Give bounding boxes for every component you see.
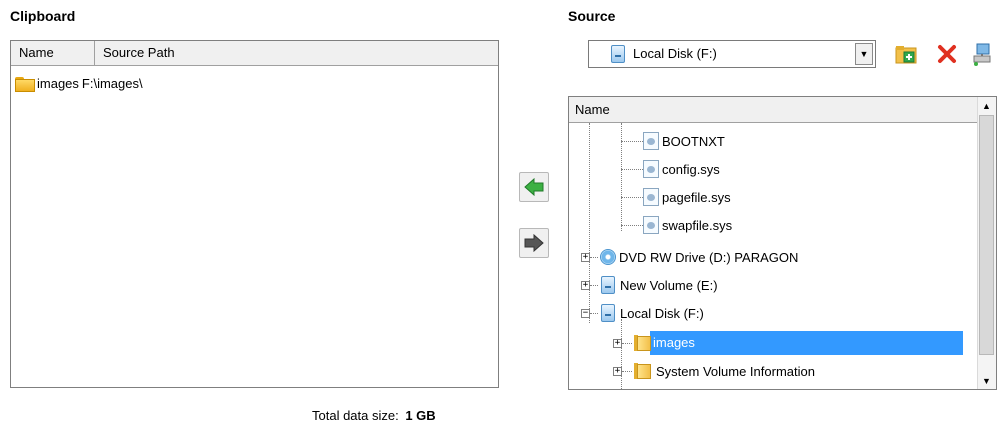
clipboard-title: Clipboard	[10, 8, 76, 24]
tree-line	[622, 342, 632, 344]
system-file-icon	[643, 160, 659, 178]
tree-item-swapfile-sys[interactable]: swapfile.sys	[643, 212, 732, 238]
tree-line	[590, 284, 598, 286]
delete-button[interactable]	[934, 41, 960, 67]
tree-item-label: DVD RW Drive (D:) PARAGON	[619, 249, 799, 265]
total-data-size: Total data size: 1 GB	[312, 408, 436, 423]
tree-item-label: BOOTNXT	[662, 133, 725, 149]
clipboard-row-path: F:\images\	[81, 76, 143, 91]
clipboard-list-header: Name Source Path	[11, 41, 498, 66]
tree-line	[622, 370, 632, 372]
folder-icon	[15, 76, 35, 92]
new-folder-button[interactable]	[894, 41, 920, 67]
new-folder-icon	[895, 46, 917, 64]
tree-item-bootnxt[interactable]: BOOTNXT	[643, 128, 725, 154]
map-network-drive-button[interactable]	[970, 41, 994, 67]
folder-icon	[634, 334, 652, 352]
tree-scrollbar[interactable]: ▲ ▼	[977, 97, 996, 389]
tree-item-config-sys[interactable]: config.sys	[643, 156, 720, 182]
tree-item-dvd-drive[interactable]: + DVD RW Drive (D:) PARAGON	[581, 244, 798, 270]
tree-column-header-name[interactable]: Name	[569, 97, 979, 123]
expand-toggle[interactable]: +	[613, 338, 622, 348]
expand-toggle[interactable]: +	[613, 366, 622, 376]
scrollbar-thumb[interactable]	[979, 115, 994, 355]
local-disk-icon	[611, 45, 625, 63]
tree-item-new-volume-e[interactable]: + New Volume (E:)	[581, 272, 718, 298]
chevron-down-icon: ▼	[982, 375, 991, 386]
network-drive-icon	[973, 43, 991, 66]
folder-icon	[634, 362, 652, 380]
source-title: Source	[568, 8, 616, 24]
tree-line	[590, 256, 598, 258]
tree-line	[621, 169, 643, 170]
column-header-name[interactable]: Name	[11, 41, 95, 65]
collapse-toggle[interactable]: −	[581, 308, 590, 318]
chevron-down-icon: ▼	[859, 49, 869, 59]
local-disk-icon	[601, 304, 615, 322]
scroll-up-button[interactable]: ▲	[978, 97, 995, 114]
system-file-icon	[643, 188, 659, 206]
tree-line	[621, 141, 643, 142]
tree-line	[621, 123, 622, 231]
system-file-icon	[643, 216, 659, 234]
tree-item-images[interactable]: + images	[613, 330, 963, 356]
arrow-right-icon	[524, 234, 544, 252]
tree-item-local-disk-f[interactable]: − Local Disk (F:)	[581, 300, 704, 326]
local-disk-icon	[601, 276, 615, 294]
tree-line	[590, 312, 598, 314]
scroll-down-button[interactable]: ▼	[978, 372, 995, 389]
tree-line	[621, 225, 643, 226]
delete-icon	[938, 45, 956, 63]
system-file-icon	[643, 132, 659, 150]
drive-select-dropdown-button[interactable]: ▼	[855, 43, 873, 65]
column-header-source-path[interactable]: Source Path	[95, 41, 498, 65]
arrow-left-icon	[524, 178, 544, 196]
clipboard-row[interactable]: images F:\images\	[15, 75, 143, 93]
tree-item-label: images	[650, 331, 963, 355]
tree-item-label: swapfile.sys	[662, 217, 733, 233]
tree-item-label: New Volume (E:)	[620, 277, 718, 293]
tree-item-label: pagefile.sys	[662, 189, 731, 205]
tree-item-label: Local Disk (F:)	[620, 305, 704, 321]
tree-item-system-volume-information[interactable]: + System Volume Information	[613, 358, 815, 384]
clipboard-row-name: images	[37, 76, 79, 91]
drive-select[interactable]: Local Disk (F:) ▼	[588, 40, 876, 68]
drive-select-value: Local Disk (F:)	[633, 46, 717, 61]
tree-item-label: System Volume Information	[656, 363, 815, 379]
total-data-size-label: Total data size:	[312, 408, 399, 423]
remove-from-clipboard-button[interactable]	[519, 228, 549, 258]
clipboard-list[interactable]: Name Source Path images F:\images\	[10, 40, 499, 388]
tree-line	[621, 197, 643, 198]
expand-toggle[interactable]: +	[581, 252, 590, 262]
tree-item-label: config.sys	[662, 161, 720, 177]
tree-item-pagefile-sys[interactable]: pagefile.sys	[643, 184, 731, 210]
chevron-up-icon: ▲	[982, 100, 991, 111]
source-tree[interactable]: Name BOOTNXT config.sys pagefile.sys swa…	[568, 96, 997, 390]
add-to-clipboard-button[interactable]	[519, 172, 549, 202]
expand-toggle[interactable]: +	[581, 280, 590, 290]
total-data-size-value: 1 GB	[405, 408, 436, 423]
dvd-drive-icon	[600, 249, 616, 265]
